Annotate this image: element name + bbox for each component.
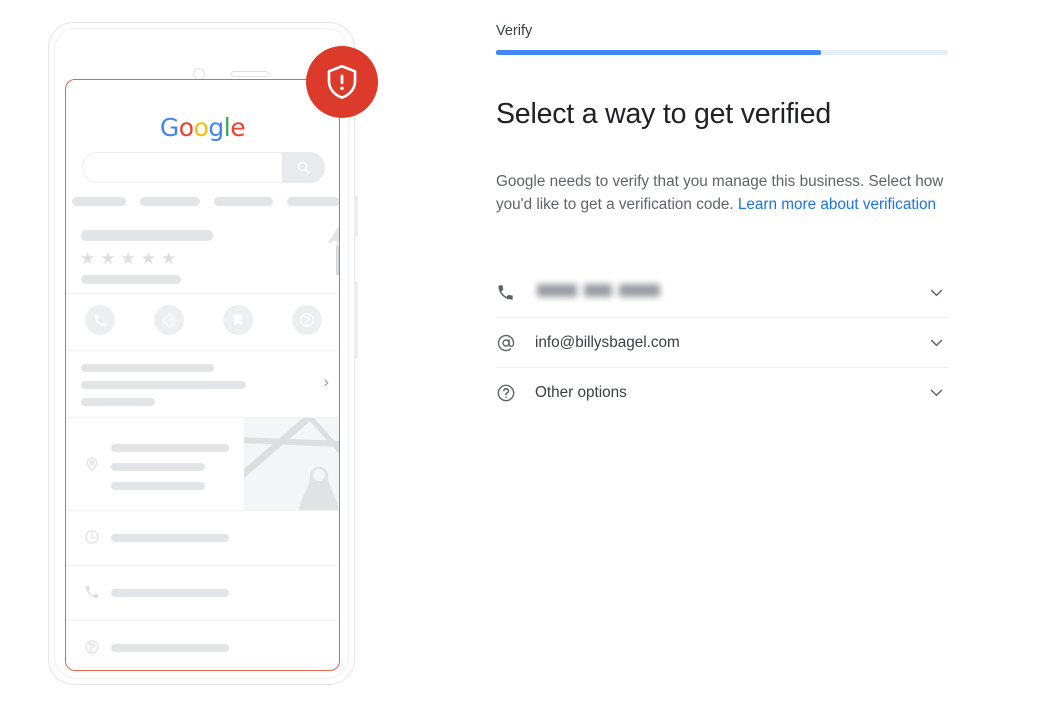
verification-option-label-email: info@billysbagel.com bbox=[535, 333, 680, 351]
phone-speaker bbox=[231, 71, 269, 77]
phone-side-button-power bbox=[354, 281, 358, 359]
progress-bar bbox=[496, 50, 948, 55]
verification-page: Google ★ ★ ★ ★ ★ › Verify Select a way t… bbox=[0, 0, 1042, 705]
phone-mockup: Google ★ ★ ★ ★ ★ › bbox=[48, 22, 358, 685]
business-header-section: ★ ★ ★ ★ ★ bbox=[66, 218, 339, 293]
verification-option-label-other: Other options bbox=[535, 383, 627, 401]
location-pin-icon bbox=[84, 456, 100, 477]
business-website-section[interactable] bbox=[66, 620, 339, 670]
google-logo: Google bbox=[159, 113, 246, 142]
page-title: Select a way to get verified bbox=[496, 98, 831, 130]
search-icon bbox=[297, 161, 310, 174]
search-input[interactable] bbox=[82, 152, 325, 183]
chevron-down-icon[interactable] bbox=[924, 284, 948, 301]
filter-chip[interactable] bbox=[72, 197, 126, 206]
filter-chip[interactable] bbox=[287, 197, 339, 206]
phone-side-button-volume bbox=[354, 195, 358, 237]
verification-option-other[interactable]: Other options bbox=[496, 368, 948, 417]
storefront-icon bbox=[324, 223, 339, 284]
star-icon: ★ bbox=[100, 249, 116, 268]
at-sign-icon bbox=[496, 333, 526, 353]
filter-chips bbox=[72, 197, 339, 206]
verification-option-phone[interactable] bbox=[496, 268, 948, 318]
step-label: Verify bbox=[496, 23, 533, 39]
business-actions-section bbox=[66, 293, 339, 350]
business-hours-section[interactable] bbox=[66, 510, 339, 565]
description-line-placeholder bbox=[81, 364, 214, 372]
verification-options-list: info@billysbagel.com Other options bbox=[496, 268, 948, 417]
star-icon: ★ bbox=[80, 249, 96, 268]
address-line-placeholder bbox=[111, 463, 205, 471]
status-badge bbox=[306, 46, 378, 118]
website-placeholder bbox=[111, 644, 229, 652]
verification-option-label-phone bbox=[535, 283, 924, 302]
directions-icon bbox=[161, 312, 177, 328]
chevron-down-icon[interactable] bbox=[924, 384, 948, 401]
call-action-button[interactable] bbox=[85, 305, 116, 335]
filter-chip[interactable] bbox=[139, 197, 200, 206]
phone-illustration: Google ★ ★ ★ ★ ★ › bbox=[0, 0, 470, 705]
bookmark-icon bbox=[233, 314, 242, 326]
progress-bar-fill bbox=[496, 50, 822, 55]
shield-exclamation-icon bbox=[327, 64, 357, 99]
phone-screen: Google ★ ★ ★ ★ ★ › bbox=[65, 79, 340, 671]
description-line-placeholder bbox=[81, 381, 246, 389]
page-description: Google needs to verify that you manage t… bbox=[496, 170, 948, 216]
description-sentence-1: Google needs to verify that you manage t… bbox=[496, 173, 865, 190]
phone-icon bbox=[84, 584, 100, 605]
star-icon: ★ bbox=[120, 249, 136, 268]
phone-icon bbox=[496, 283, 526, 302]
chevron-right-icon[interactable]: › bbox=[323, 372, 329, 392]
search-button[interactable] bbox=[282, 152, 325, 183]
verification-option-email[interactable]: info@billysbagel.com bbox=[496, 318, 948, 368]
redacted-phone-number bbox=[537, 283, 660, 297]
chevron-down-icon[interactable] bbox=[924, 334, 948, 351]
rating-stars: ★ ★ ★ ★ ★ bbox=[80, 250, 176, 267]
business-description-section[interactable]: › bbox=[66, 350, 339, 417]
learn-more-link[interactable]: Learn more about verification bbox=[738, 196, 936, 213]
directions-action-button[interactable] bbox=[154, 305, 185, 335]
filter-chip[interactable] bbox=[213, 197, 274, 206]
save-action-button[interactable] bbox=[222, 305, 253, 335]
verification-content: Verify Select a way to get verified Goog… bbox=[496, 0, 948, 705]
phone-placeholder bbox=[111, 589, 229, 597]
globe-icon bbox=[84, 639, 100, 660]
clock-icon bbox=[84, 529, 100, 550]
help-circle-icon bbox=[496, 383, 526, 403]
business-name-placeholder bbox=[81, 230, 213, 241]
address-line-placeholder bbox=[111, 482, 205, 490]
business-phone-section[interactable] bbox=[66, 565, 339, 620]
hours-placeholder bbox=[111, 534, 229, 542]
website-action-button[interactable] bbox=[291, 305, 322, 335]
business-address-section[interactable] bbox=[66, 417, 339, 511]
website-icon bbox=[299, 313, 314, 327]
star-icon: ★ bbox=[140, 249, 156, 268]
call-icon bbox=[94, 314, 107, 326]
description-line-placeholder bbox=[81, 398, 155, 406]
business-category-placeholder bbox=[81, 275, 181, 284]
address-line-placeholder bbox=[111, 444, 229, 452]
star-icon: ★ bbox=[161, 249, 177, 268]
map-thumbnail[interactable] bbox=[244, 418, 339, 511]
